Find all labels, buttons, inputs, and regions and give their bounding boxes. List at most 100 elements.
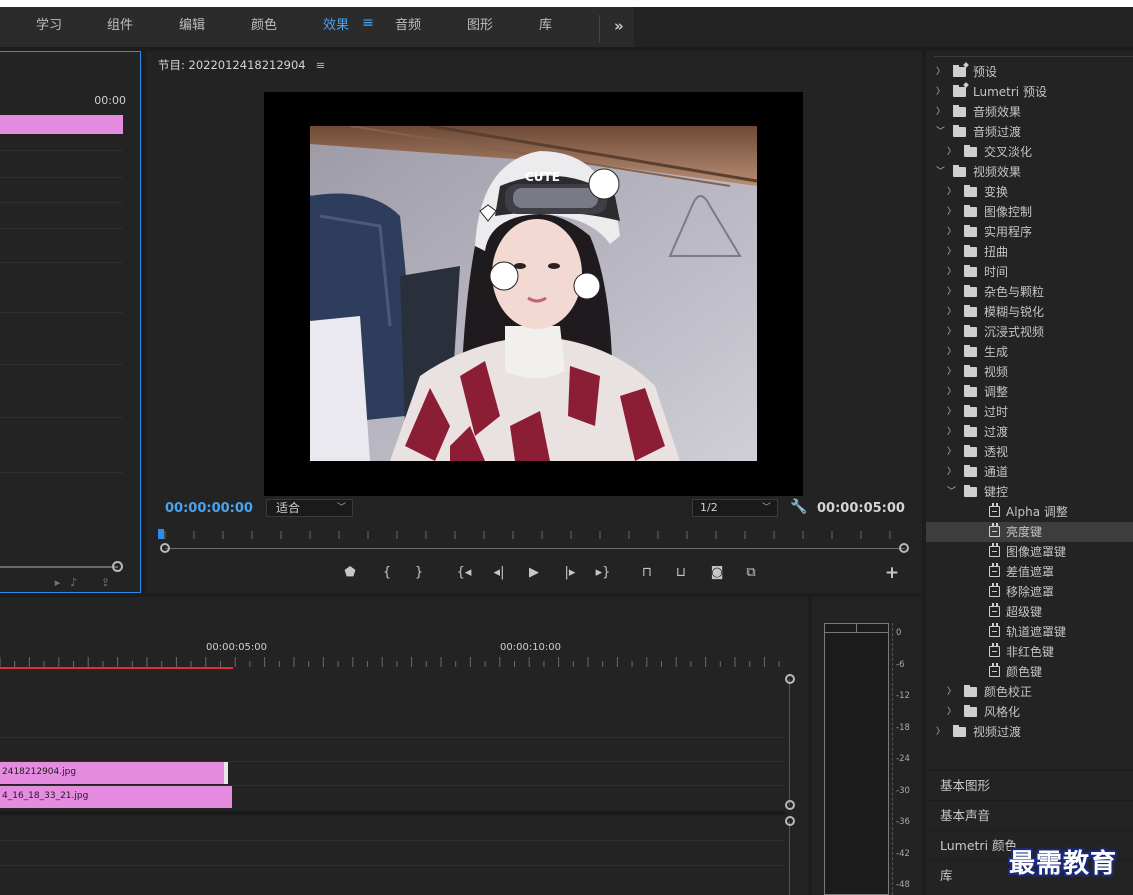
mark-out-icon[interactable]: } xyxy=(412,563,426,583)
chevron-right-icon[interactable]: 〉 xyxy=(947,302,956,322)
chevron-right-icon[interactable]: 〉 xyxy=(936,722,945,742)
scroll-handle[interactable] xyxy=(785,816,795,826)
chevron-right-icon[interactable]: 〉 xyxy=(947,342,956,362)
effects-item[interactable]: 超级键 xyxy=(926,602,1133,622)
effects-item[interactable]: 〉 Lumetri 预设 xyxy=(926,82,1133,102)
effects-item[interactable]: ﹀ 视频效果 xyxy=(926,162,1133,182)
panel-tab-essential-graphics[interactable]: 基本图形 xyxy=(926,771,1133,800)
effects-item[interactable]: ﹀ 键控 xyxy=(926,482,1133,502)
meter-peak-indicator[interactable] xyxy=(825,624,888,633)
effects-item[interactable]: 〉 调整 xyxy=(926,382,1133,402)
effects-item[interactable]: 轨道遮罩键 xyxy=(926,622,1133,642)
camera-icon[interactable]: ◙ xyxy=(708,563,726,583)
chevron-right-icon[interactable]: 〉 xyxy=(947,362,956,382)
extract-icon[interactable]: ⊔ xyxy=(670,563,692,583)
panel-tab-essential-sound[interactable]: 基本声音 xyxy=(926,801,1133,830)
zoom-scroll-start-handle[interactable] xyxy=(160,543,170,553)
workspace-tab-learn[interactable]: 学习 xyxy=(36,7,62,47)
step-back-icon[interactable]: ◂| xyxy=(490,563,508,583)
effects-item[interactable]: 差值遮罩 xyxy=(926,562,1133,582)
add-marker-icon[interactable]: ⬟ xyxy=(343,563,357,583)
chevron-right-icon[interactable]: 〉 xyxy=(947,242,956,262)
effects-item[interactable]: 〉 透视 xyxy=(926,442,1133,462)
scroll-handle[interactable] xyxy=(785,800,795,810)
chevron-right-icon[interactable]: 〉 xyxy=(936,62,945,82)
wrench-icon[interactable]: 🔧 xyxy=(790,499,807,515)
effects-item[interactable]: 亮度键 xyxy=(926,522,1133,542)
chevron-right-icon[interactable]: 〉 xyxy=(947,282,956,302)
effects-item[interactable]: 移除遮罩 xyxy=(926,582,1133,602)
chevron-right-icon[interactable]: 〉 xyxy=(947,382,956,402)
effects-item[interactable]: Alpha 调整 xyxy=(926,502,1133,522)
compare-icon[interactable]: ⧉ xyxy=(740,563,762,583)
playhead-timecode[interactable]: 00:00:00:00 xyxy=(165,501,253,516)
chevron-down-icon[interactable]: ﹀ xyxy=(947,482,956,502)
workspace-menu-icon[interactable]: ≡ xyxy=(362,15,374,31)
effects-item[interactable]: 〉 风格化 xyxy=(926,702,1133,722)
workspace-tab-editing[interactable]: 编辑 xyxy=(179,7,205,47)
mark-in-icon[interactable]: { xyxy=(380,563,394,583)
effects-item[interactable]: 〉 视频 xyxy=(926,362,1133,382)
program-playhead[interactable] xyxy=(158,529,164,539)
workspace-tab-audio[interactable]: 音频 xyxy=(395,7,421,47)
zoom-select[interactable]: 适合 ﹀ xyxy=(266,499,353,517)
effects-item[interactable]: 〉 预设 xyxy=(926,62,1133,82)
program-viewer[interactable]: CUTE xyxy=(264,92,803,496)
chevron-right-icon[interactable]: 〉 xyxy=(947,442,956,462)
effects-item[interactable]: 〉 杂色与颗粒 xyxy=(926,282,1133,302)
go-to-out-icon[interactable]: ▸} xyxy=(593,563,613,583)
source-clip-bar[interactable] xyxy=(0,115,123,134)
chevron-right-icon[interactable]: 〉 xyxy=(947,142,956,162)
workspace-tab-effects[interactable]: 效果 xyxy=(323,7,349,47)
chevron-down-icon[interactable]: ﹀ xyxy=(936,122,945,142)
effects-item[interactable]: 〉 通道 xyxy=(926,462,1133,482)
lift-icon[interactable]: ⊓ xyxy=(636,563,658,583)
workspace-tab-libraries[interactable]: 库 xyxy=(539,7,552,47)
chevron-right-icon[interactable]: 〉 xyxy=(947,262,956,282)
effects-item[interactable]: ﹀ 音频过渡 xyxy=(926,122,1133,142)
chevron-right-icon[interactable]: 〉 xyxy=(947,202,956,222)
timeline-clip[interactable]: 2418212904.jpg xyxy=(0,762,228,784)
program-time-ruler[interactable] xyxy=(160,527,904,539)
effects-item[interactable]: 〉 沉浸式视频 xyxy=(926,322,1133,342)
chevron-right-icon[interactable]: 〉 xyxy=(947,422,956,442)
play-icon[interactable]: ▶ xyxy=(526,563,542,583)
workspace-tab-color[interactable]: 颜色 xyxy=(251,7,277,47)
effects-item[interactable]: 颜色键 xyxy=(926,662,1133,682)
chevron-right-icon[interactable]: 〉 xyxy=(947,222,956,242)
effects-item[interactable]: 〉 变换 xyxy=(926,182,1133,202)
effects-item[interactable]: 〉 过渡 xyxy=(926,422,1133,442)
chevron-right-icon[interactable]: 〉 xyxy=(947,682,956,702)
source-scrollbar[interactable] xyxy=(0,566,118,568)
zoom-scroll-end-handle[interactable] xyxy=(899,543,909,553)
chevron-down-icon[interactable]: ﹀ xyxy=(936,162,945,182)
effects-item[interactable]: 非红色键 xyxy=(926,642,1133,662)
effects-item[interactable]: 〉 生成 xyxy=(926,342,1133,362)
effects-item[interactable]: 〉 颜色校正 xyxy=(926,682,1133,702)
chevron-right-icon[interactable]: 〉 xyxy=(947,322,956,342)
effects-item[interactable]: 〉 交叉淡化 xyxy=(926,142,1133,162)
chevron-right-icon[interactable]: 〉 xyxy=(947,402,956,422)
source-scroll-handle[interactable] xyxy=(112,561,123,572)
effects-item[interactable]: 〉 扭曲 xyxy=(926,242,1133,262)
workspace-tab-assembly[interactable]: 组件 xyxy=(107,7,133,47)
audio-track-scrollbar[interactable] xyxy=(789,821,790,895)
video-audio-divider[interactable] xyxy=(0,811,785,815)
step-forward-icon[interactable]: |▸ xyxy=(561,563,579,583)
chevron-right-icon[interactable]: 〉 xyxy=(936,82,945,102)
zoom-scrollbar[interactable] xyxy=(165,548,905,549)
effects-item[interactable]: 〉 模糊与锐化 xyxy=(926,302,1133,322)
chevron-right-icon[interactable]: 〉 xyxy=(936,102,945,122)
chevron-right-icon[interactable]: 〉 xyxy=(947,702,956,722)
go-to-in-icon[interactable]: {◂ xyxy=(454,563,474,583)
chevron-right-icon[interactable]: 〉 xyxy=(947,462,956,482)
resolution-select[interactable]: 1/2 ﹀ xyxy=(692,499,778,517)
more-workspaces-icon[interactable]: » xyxy=(614,7,624,45)
effects-item[interactable]: 〉 时间 xyxy=(926,262,1133,282)
video-track-scrollbar[interactable] xyxy=(789,679,790,806)
timeline-clip[interactable]: 4_16_18_33_21.jpg xyxy=(0,786,232,808)
effects-item[interactable]: 〉 视频过渡 xyxy=(926,722,1133,742)
effects-item[interactable]: 〉 过时 xyxy=(926,402,1133,422)
timeline-ruler[interactable] xyxy=(0,657,785,667)
chevron-right-icon[interactable]: 〉 xyxy=(947,182,956,202)
